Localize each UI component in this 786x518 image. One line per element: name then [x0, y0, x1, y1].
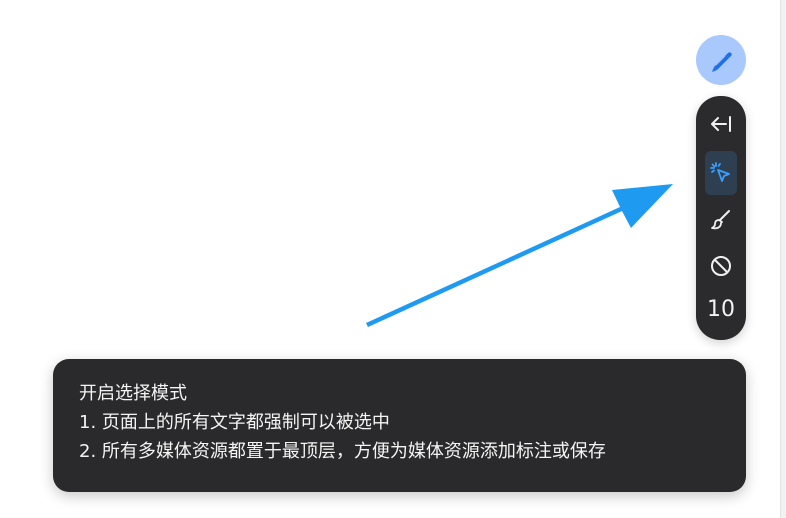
tooltip-title: 开启选择模式: [79, 383, 187, 404]
tooltip-line-2: 2. 所有多媒体资源都置于最顶层，方便为媒体资源添加标注或保存: [79, 441, 606, 462]
select-mode-tooltip: 开启选择模式 1. 页面上的所有文字都强制可以被选中 2. 所有多媒体资源都置于…: [53, 359, 746, 492]
tooltip-line-1: 1. 页面上的所有文字都强制可以被选中: [79, 412, 390, 433]
